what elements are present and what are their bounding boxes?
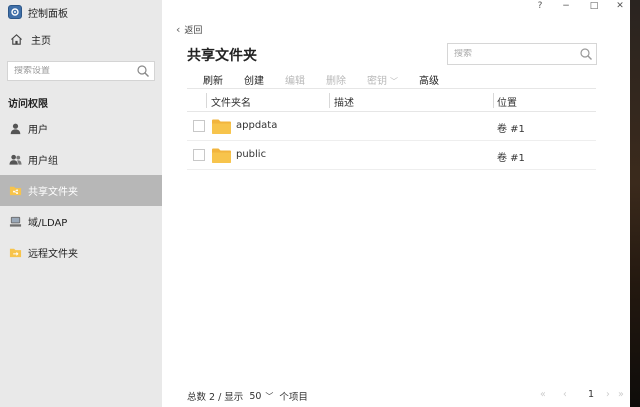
refresh-button[interactable]: 刷新: [203, 72, 223, 87]
sidebar-item-label: 域/LDAP: [28, 218, 68, 229]
desktop-background-strip: [630, 0, 640, 407]
sidebar-item-groups[interactable]: 用户组: [0, 144, 162, 175]
page-size-value: 50: [249, 390, 262, 402]
column-header-description[interactable]: 描述: [334, 94, 354, 109]
chevron-left-icon: ‹: [176, 23, 181, 36]
column-divider[interactable]: [493, 93, 494, 108]
sidebar-item-remote-folders[interactable]: 远程文件夹: [0, 237, 162, 268]
current-page[interactable]: 1: [588, 389, 594, 400]
edit-button[interactable]: 编辑: [285, 72, 305, 87]
sidebar-item-label: 远程文件夹: [28, 249, 78, 260]
back-label: 返回: [184, 26, 203, 36]
minimize-button[interactable]: −: [556, 0, 576, 12]
prev-page-button[interactable]: ‹: [563, 389, 567, 400]
column-header-location[interactable]: 位置: [497, 94, 517, 109]
sidebar-item-shared-folders[interactable]: 共享文件夹: [0, 175, 162, 206]
close-button[interactable]: ✕: [610, 0, 630, 12]
control-panel-icon: [8, 5, 22, 19]
delete-button[interactable]: 删除: [326, 72, 346, 87]
next-page-button[interactable]: ›: [606, 389, 610, 400]
section-title-access: 访问权限: [8, 99, 48, 110]
folder-name: appdata: [236, 120, 278, 131]
home-link[interactable]: 主页: [10, 30, 51, 48]
row-checkbox[interactable]: [193, 149, 205, 161]
sidebar-item-label: 共享文件夹: [28, 187, 78, 198]
row-checkbox[interactable]: [193, 120, 205, 132]
folder-location: 卷 #1: [497, 124, 525, 135]
chevron-down-icon: ﹀: [265, 391, 274, 401]
back-button[interactable]: ‹ 返回: [176, 23, 202, 36]
sidebar-nav: 用户 用户组 共享文件夹 域/LDAP 远程文件夹: [0, 113, 162, 268]
sidebar-item-label: 用户组: [28, 156, 58, 167]
folder-icon: [212, 119, 231, 134]
sidebar: 控制面板 主页 访问权限 用户: [0, 0, 162, 407]
sidebar-search: [7, 61, 155, 81]
control-panel-window: 控制面板 主页 访问权限 用户: [0, 0, 630, 407]
shared-folder-icon: [8, 184, 22, 198]
folder-location: 卷 #1: [497, 153, 525, 164]
create-button[interactable]: 创建: [244, 72, 264, 87]
column-divider[interactable]: [329, 93, 330, 108]
sidebar-item-users[interactable]: 用户: [0, 113, 162, 144]
first-page-button[interactable]: «: [540, 389, 546, 400]
domain-icon: [8, 215, 22, 229]
group-icon: [8, 153, 22, 167]
column-divider[interactable]: [206, 93, 207, 108]
table-row[interactable]: public 卷 #1: [187, 141, 596, 170]
home-icon: [11, 33, 22, 45]
sidebar-search-input[interactable]: [14, 66, 134, 76]
folder-icon: [212, 148, 231, 163]
table-header: 文件夹名 描述 位置: [187, 88, 596, 112]
help-button[interactable]: ?: [530, 0, 550, 12]
folder-name: public: [236, 149, 267, 160]
last-page-button[interactable]: »: [618, 389, 624, 400]
encryption-key-dropdown[interactable]: 密钥 ﹀: [367, 72, 398, 87]
search-input[interactable]: [454, 49, 574, 59]
column-header-name[interactable]: 文件夹名: [211, 94, 251, 109]
main-search: [447, 43, 597, 65]
search-icon[interactable]: [579, 47, 593, 61]
search-icon[interactable]: [136, 64, 150, 78]
page-title: 共享文件夹: [187, 48, 257, 64]
maximize-button[interactable]: □: [584, 0, 604, 12]
shared-folder-table: 文件夹名 描述 位置 appdata 卷 #1 public 卷 #1: [187, 88, 596, 170]
toolbar: 刷新 创建 编辑 删除 密钥 ﹀ 高级: [203, 72, 460, 87]
remote-folder-icon: [8, 246, 22, 260]
table-row[interactable]: appdata 卷 #1: [187, 112, 596, 141]
chevron-down-icon: ﹀: [390, 76, 398, 86]
items-unit-label: 个项目: [279, 392, 308, 403]
advanced-button[interactable]: 高级: [419, 72, 439, 87]
total-count-label: 总数 2 / 显示: [187, 392, 244, 403]
user-icon: [8, 122, 22, 136]
encryption-key-label: 密钥: [367, 75, 387, 87]
app-title-text: 控制面板: [28, 8, 68, 20]
sidebar-item-label: 用户: [28, 125, 48, 136]
sidebar-item-domain-ldap[interactable]: 域/LDAP: [0, 206, 162, 237]
home-label: 主页: [31, 35, 51, 47]
app-title: 控制面板: [8, 4, 68, 20]
table-footer: 总数 2 / 显示 50 ﹀ 个项目: [187, 389, 308, 404]
page-size-select[interactable]: 50 ﹀: [249, 391, 273, 402]
